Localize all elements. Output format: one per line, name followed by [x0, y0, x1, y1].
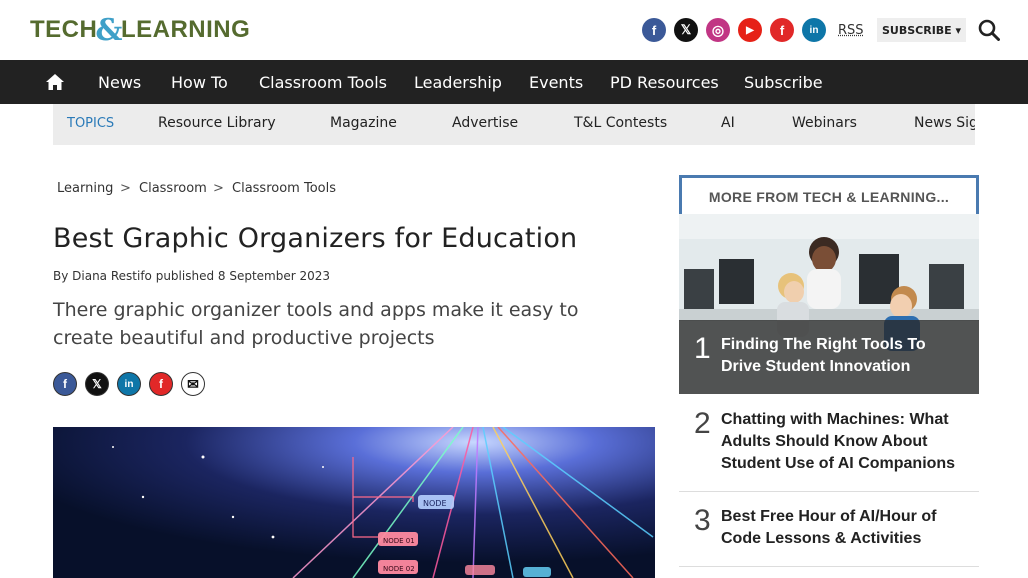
breadcrumb-learning[interactable]: Learning	[57, 181, 113, 196]
share-flipboard-icon[interactable]: f	[149, 372, 173, 396]
share-x-icon[interactable]: 𝕏	[85, 372, 109, 396]
topics-label: TOPICS	[67, 116, 115, 131]
topic-tl-contests[interactable]: T&L Contests	[574, 115, 667, 131]
social-links: f 𝕏 ◎ ▶ f in RSS	[642, 18, 864, 42]
nav-leadership[interactable]: Leadership	[414, 73, 502, 92]
nav-classroom-tools[interactable]: Classroom Tools	[259, 73, 387, 92]
article-hero-image: NODE NODE 01 NODE 02	[53, 427, 655, 578]
nav-pd-resources[interactable]: PD Resources	[610, 73, 719, 92]
site-header: TECH & LEARNING f 𝕏 ◎ ▶ f in RSS SUBSCRI…	[0, 0, 1028, 60]
topic-resource-library[interactable]: Resource Library	[158, 115, 276, 131]
rank-number-3: 3	[694, 504, 711, 537]
article-title: Best Graphic Organizers for Education	[53, 223, 578, 254]
share-buttons: f 𝕏 in f ✉	[53, 372, 205, 396]
nav-subscribe[interactable]: Subscribe	[744, 73, 823, 92]
sidebar-item-title-1[interactable]: Finding The Right Tools To Drive Student…	[721, 334, 966, 378]
sidebar-divider	[679, 566, 979, 567]
nav-events[interactable]: Events	[529, 73, 583, 92]
logo-ampersand: &	[95, 12, 123, 48]
hero-node-label: NODE	[423, 499, 447, 508]
breadcrumb-separator: >	[120, 181, 131, 196]
more-from-sidebar: MORE FROM TECH & LEARNING... 1 Finding T…	[679, 175, 979, 578]
topic-webinars[interactable]: Webinars	[792, 115, 857, 131]
breadcrumb-classroom-tools[interactable]: Classroom Tools	[232, 181, 336, 196]
search-icon[interactable]	[978, 19, 1000, 41]
topics-bar: TOPICS Resource Library Magazine Adverti…	[53, 104, 975, 145]
nav-how-to[interactable]: How To	[171, 73, 228, 92]
topic-magazine[interactable]: Magazine	[330, 115, 397, 131]
main-navigation: News How To Classroom Tools Leadership E…	[0, 60, 1028, 104]
breadcrumb-separator: >	[213, 181, 224, 196]
x-twitter-icon[interactable]: 𝕏	[674, 18, 698, 42]
share-linkedin-icon[interactable]: in	[117, 372, 141, 396]
subscribe-dropdown-button[interactable]: SUBSCRIBE ▾	[877, 18, 967, 42]
topic-ai[interactable]: AI	[721, 115, 735, 131]
logo-text-learning: LEARNING	[120, 16, 251, 43]
rank-number-1: 1	[694, 332, 711, 365]
hero-illustration: NODE NODE 01 NODE 02	[53, 427, 655, 578]
facebook-icon[interactable]: f	[642, 18, 666, 42]
hero-node-label: NODE 02	[383, 565, 415, 573]
sidebar-heading: MORE FROM TECH & LEARNING...	[679, 175, 979, 215]
rank-number-2: 2	[694, 407, 711, 440]
sidebar-item-title-2[interactable]: Chatting with Machines: What Adults Shou…	[721, 409, 966, 475]
article-byline: By Diana Restifo published 8 September 2…	[53, 269, 331, 283]
topic-news-signup[interactable]: News Sig	[914, 115, 975, 131]
share-email-icon[interactable]: ✉	[181, 372, 205, 396]
share-facebook-icon[interactable]: f	[53, 372, 77, 396]
article-standfirst: There graphic organizer tools and apps m…	[53, 299, 579, 349]
subscribe-label: SUBSCRIBE ▾	[882, 23, 962, 37]
youtube-icon[interactable]: ▶	[738, 18, 762, 42]
linkedin-icon[interactable]: in	[802, 18, 826, 42]
instagram-icon[interactable]: ◎	[706, 18, 730, 42]
site-logo[interactable]: TECH & LEARNING	[30, 12, 251, 48]
flipboard-icon[interactable]: f	[770, 18, 794, 42]
sidebar-item-title-3[interactable]: Best Free Hour of AI/Hour of Code Lesson…	[721, 506, 966, 550]
rss-link[interactable]: RSS	[838, 23, 864, 38]
sidebar-divider	[679, 491, 979, 492]
logo-text-tech: TECH	[30, 16, 98, 43]
hero-node-label: NODE 01	[383, 537, 415, 545]
breadcrumb-classroom[interactable]: Classroom	[139, 181, 207, 196]
nav-news[interactable]: News	[98, 73, 141, 92]
home-icon[interactable]	[45, 72, 65, 92]
topic-advertise[interactable]: Advertise	[452, 115, 518, 131]
